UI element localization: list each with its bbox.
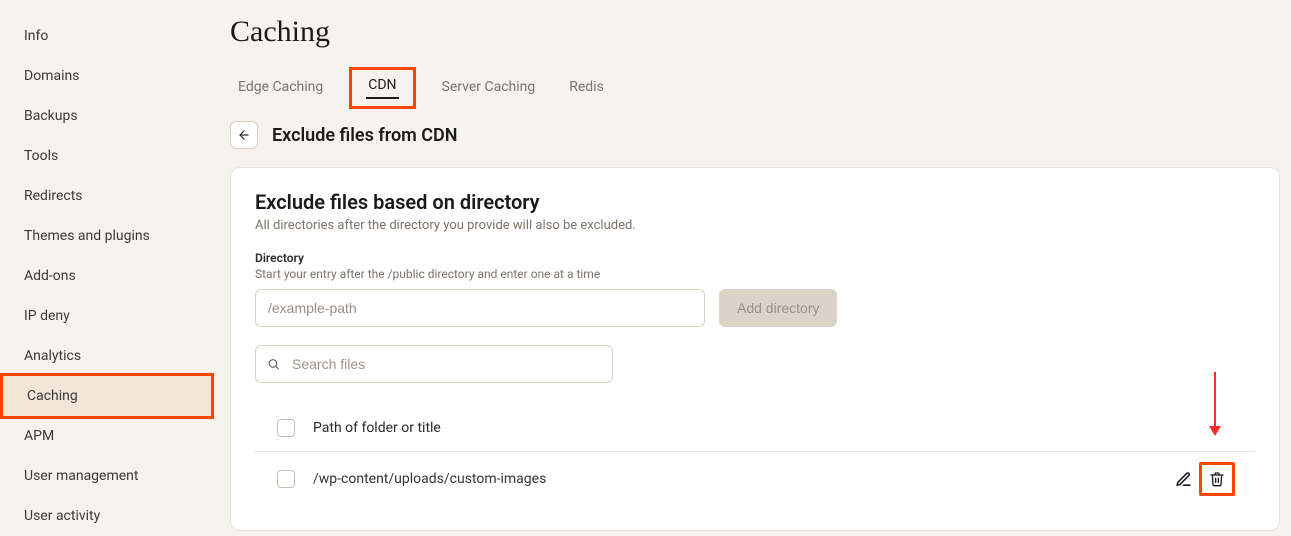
directory-label: Directory: [255, 251, 1255, 265]
sidebar-item-analytics[interactable]: Analytics: [0, 336, 214, 376]
list-row: /wp-content/uploads/custom-images: [255, 452, 1255, 506]
sidebar-item-tools[interactable]: Tools: [0, 136, 214, 176]
list-header-label: Path of folder or title: [313, 420, 441, 436]
tab-cdn[interactable]: CDN: [366, 73, 398, 99]
sidebar-item-user-activity[interactable]: User activity: [0, 496, 214, 536]
tabs: Edge Caching CDN Server Caching Redis: [230, 73, 1280, 103]
sidebar: Info Domains Backups Tools Redirects The…: [0, 0, 214, 520]
sidebar-item-redirects[interactable]: Redirects: [0, 176, 214, 216]
sidebar-item-add-ons[interactable]: Add-ons: [0, 256, 214, 296]
subheader-title: Exclude files from CDN: [272, 125, 457, 146]
search-icon: [267, 358, 280, 371]
select-all-checkbox[interactable]: [277, 419, 295, 437]
sidebar-item-domains[interactable]: Domains: [0, 56, 214, 96]
sidebar-item-ip-deny[interactable]: IP deny: [0, 296, 214, 336]
annotation-sidebar-caching: Caching: [0, 373, 214, 419]
search-input[interactable]: [255, 345, 613, 383]
pencil-icon: [1175, 471, 1192, 488]
trash-icon: [1209, 471, 1225, 487]
annotation-tab-cdn: CDN: [349, 67, 415, 109]
tab-edge-caching[interactable]: Edge Caching: [236, 73, 325, 103]
card-title: Exclude files based on directory: [255, 190, 1255, 214]
sidebar-item-info[interactable]: Info: [0, 16, 214, 56]
sidebar-item-backups[interactable]: Backups: [0, 96, 214, 136]
card-description: All directories after the directory you …: [255, 218, 1255, 233]
delete-button[interactable]: [1207, 469, 1227, 489]
exclude-card: Exclude files based on directory All dir…: [230, 167, 1280, 531]
sidebar-item-user-management[interactable]: User management: [0, 456, 214, 496]
list-header: Path of folder or title: [255, 405, 1255, 452]
add-directory-button[interactable]: Add directory: [719, 289, 837, 327]
directory-hint: Start your entry after the /public direc…: [255, 267, 1255, 281]
sidebar-item-caching[interactable]: Caching: [3, 376, 211, 416]
edit-button[interactable]: [1173, 469, 1193, 489]
page-title: Caching: [230, 15, 1280, 49]
back-button[interactable]: [230, 121, 258, 149]
tab-redis[interactable]: Redis: [567, 73, 606, 103]
annotation-arrow: [1214, 372, 1216, 434]
directory-input[interactable]: [255, 289, 705, 327]
subheader: Exclude files from CDN: [230, 121, 1280, 149]
main: Caching Edge Caching CDN Server Caching …: [214, 0, 1291, 520]
sidebar-item-apm[interactable]: APM: [0, 416, 214, 456]
row-path: /wp-content/uploads/custom-images: [313, 471, 1155, 487]
annotation-trash: [1199, 462, 1235, 496]
arrow-left-icon: [237, 128, 251, 142]
sidebar-item-themes-and-plugins[interactable]: Themes and plugins: [0, 216, 214, 256]
row-checkbox[interactable]: [277, 470, 295, 488]
tab-server-caching[interactable]: Server Caching: [440, 73, 538, 103]
